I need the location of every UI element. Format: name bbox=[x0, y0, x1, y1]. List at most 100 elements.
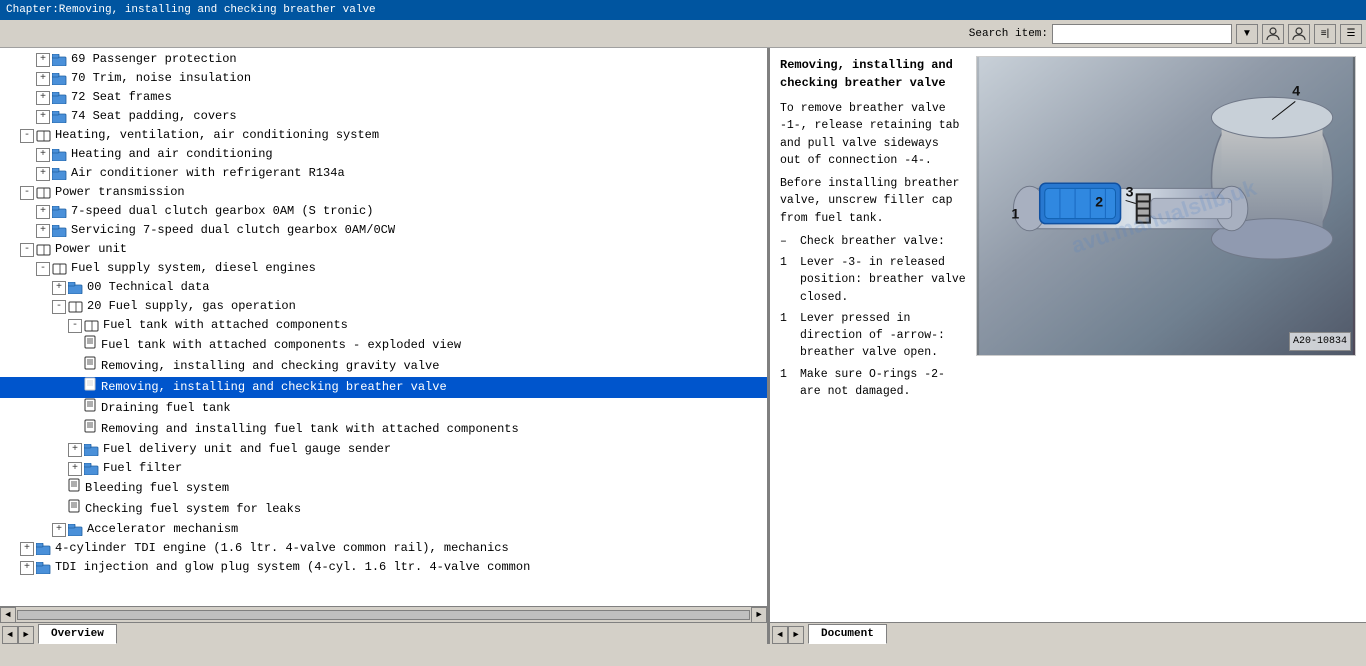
tree-item[interactable]: + Fuel delivery unit and fuel gauge send… bbox=[0, 440, 767, 459]
folder-icon bbox=[84, 444, 100, 456]
doc-icon bbox=[68, 478, 82, 499]
doc-icon bbox=[84, 398, 98, 419]
scroll-left-btn[interactable]: ◄ bbox=[0, 607, 16, 623]
expand-icon[interactable]: + bbox=[36, 72, 50, 86]
expand-icon[interactable]: - bbox=[52, 300, 66, 314]
user-btn2[interactable] bbox=[1288, 24, 1310, 44]
tree-item[interactable]: + Air conditioner with refrigerant R134a bbox=[0, 164, 767, 183]
svg-text:1: 1 bbox=[1011, 206, 1019, 222]
doc-step-3: 1 Make sure O-rings -2- are not damaged. bbox=[780, 366, 966, 401]
tree-item[interactable]: + 74 Seat padding, covers bbox=[0, 107, 767, 126]
user-btn1[interactable] bbox=[1262, 24, 1284, 44]
expand-icon[interactable]: + bbox=[36, 148, 50, 162]
tree-item-label: Power unit bbox=[55, 240, 127, 259]
expand-icon[interactable]: + bbox=[52, 523, 66, 537]
tab-scroll-right[interactable]: ► bbox=[18, 626, 34, 644]
right-bottom-tabs: ◄ ► Document bbox=[770, 622, 1366, 644]
tree-item[interactable]: + TDI injection and glow plug system (4-… bbox=[0, 558, 767, 577]
expand-icon[interactable]: - bbox=[20, 186, 34, 200]
expand-icon[interactable]: + bbox=[36, 167, 50, 181]
expand-icon[interactable]: - bbox=[20, 129, 34, 143]
expand-icon[interactable]: - bbox=[36, 262, 50, 276]
expand-icon[interactable]: + bbox=[36, 110, 50, 124]
book-icon bbox=[36, 187, 52, 199]
tree-item[interactable]: Removing and installing fuel tank with a… bbox=[0, 419, 767, 440]
step-bullet: – bbox=[780, 233, 796, 250]
tree-container: + 69 Passenger protection + 70 Trim, noi… bbox=[0, 48, 767, 606]
tree-item-label: Removing, installing and checking gravit… bbox=[101, 357, 439, 376]
book-icon bbox=[52, 263, 68, 275]
tab-document[interactable]: Document bbox=[808, 624, 887, 644]
folder-icon bbox=[36, 543, 52, 555]
tree-item[interactable]: Draining fuel tank bbox=[0, 398, 767, 419]
tree-item[interactable]: + Servicing 7-speed dual clutch gearbox … bbox=[0, 221, 767, 240]
folder-icon bbox=[84, 463, 100, 475]
tree-item[interactable]: + 7-speed dual clutch gearbox 0AM (S tro… bbox=[0, 202, 767, 221]
tree-item[interactable]: - 20 Fuel supply, gas operation bbox=[0, 297, 767, 316]
left-panel: + 69 Passenger protection + 70 Trim, noi… bbox=[0, 48, 770, 644]
tree-item-label: 74 Seat padding, covers bbox=[71, 107, 237, 126]
image-ref: A20-10834 bbox=[1289, 332, 1351, 351]
book-icon bbox=[84, 320, 100, 332]
tab-overview[interactable]: Overview bbox=[38, 624, 117, 644]
tree-item[interactable]: Checking fuel system for leaks bbox=[0, 499, 767, 520]
doc-icon bbox=[84, 356, 98, 377]
tree-item-selected[interactable]: Removing, installing and checking breath… bbox=[0, 377, 767, 398]
expand-icon[interactable]: - bbox=[20, 243, 34, 257]
menu-btn[interactable]: ≡| bbox=[1314, 24, 1336, 44]
tree-scroll[interactable]: + 69 Passenger protection + 70 Trim, noi… bbox=[0, 50, 767, 604]
doc-icon bbox=[68, 499, 82, 520]
tree-item[interactable]: + Heating and air conditioning bbox=[0, 145, 767, 164]
svg-text:3: 3 bbox=[1126, 183, 1134, 199]
tab-scroll-left[interactable]: ◄ bbox=[2, 626, 18, 644]
expand-icon[interactable]: + bbox=[20, 542, 34, 556]
tree-item[interactable]: - Heating, ventilation, air conditioning… bbox=[0, 126, 767, 145]
tree-item-label: Fuel tank with attached components - exp… bbox=[101, 336, 461, 355]
scroll-track[interactable] bbox=[17, 610, 750, 620]
expand-icon[interactable]: + bbox=[68, 443, 82, 457]
tree-item[interactable]: + 69 Passenger protection bbox=[0, 50, 767, 69]
svg-text:2: 2 bbox=[1095, 194, 1103, 210]
tree-item[interactable]: + Accelerator mechanism bbox=[0, 520, 767, 539]
step-text: Check breather valve: bbox=[800, 233, 945, 250]
tree-item[interactable]: + Fuel filter bbox=[0, 459, 767, 478]
tree-item[interactable]: + 72 Seat frames bbox=[0, 88, 767, 107]
folder-icon bbox=[52, 168, 68, 180]
document-content: 1 2 3 4 avu.manualslib.uk A20-10834 Re bbox=[770, 48, 1366, 622]
right-tab-scroll-left[interactable]: ◄ bbox=[772, 626, 788, 644]
tree-item-label: Checking fuel system for leaks bbox=[85, 500, 301, 519]
tree-item-label: Removing, installing and checking breath… bbox=[101, 378, 447, 397]
tree-item-label: Fuel supply system, diesel engines bbox=[71, 259, 316, 278]
image-placeholder: 1 2 3 4 avu.manualslib.uk A20-10834 bbox=[977, 57, 1355, 355]
tree-item[interactable]: - Fuel tank with attached components bbox=[0, 316, 767, 335]
scroll-right-btn[interactable]: ► bbox=[751, 607, 767, 623]
expand-icon[interactable]: + bbox=[36, 205, 50, 219]
right-tab-scroll-right[interactable]: ► bbox=[788, 626, 804, 644]
tree-item[interactable]: Fuel tank with attached components - exp… bbox=[0, 335, 767, 356]
toolbar-right: Search item: ▼ ≡| ☰ bbox=[969, 24, 1362, 44]
title-text: Chapter:Removing, installing and checkin… bbox=[6, 4, 376, 16]
expand-icon[interactable]: - bbox=[68, 319, 82, 333]
tree-item-label: Draining fuel tank bbox=[101, 399, 231, 418]
tree-item-label: 7-speed dual clutch gearbox 0AM (S troni… bbox=[71, 202, 373, 221]
tree-item[interactable]: Removing, installing and checking gravit… bbox=[0, 356, 767, 377]
tree-item[interactable]: + 00 Technical data bbox=[0, 278, 767, 297]
tree-item-label: 69 Passenger protection bbox=[71, 50, 237, 69]
tree-item[interactable]: - Fuel supply system, diesel engines bbox=[0, 259, 767, 278]
tree-item[interactable]: Bleeding fuel system bbox=[0, 478, 767, 499]
expand-icon[interactable]: + bbox=[36, 224, 50, 238]
expand-icon[interactable]: + bbox=[52, 281, 66, 295]
tree-item[interactable]: + 70 Trim, noise insulation bbox=[0, 69, 767, 88]
expand-icon[interactable]: + bbox=[20, 561, 34, 575]
tree-item[interactable]: - Power unit bbox=[0, 240, 767, 259]
expand-icon[interactable]: + bbox=[36, 53, 50, 67]
search-input[interactable] bbox=[1052, 24, 1232, 44]
expand-icon[interactable]: + bbox=[36, 91, 50, 105]
options-btn[interactable]: ☰ bbox=[1340, 24, 1362, 44]
expand-icon[interactable]: + bbox=[68, 462, 82, 476]
tree-item[interactable]: + 4-cylinder TDI engine (1.6 ltr. 4-valv… bbox=[0, 539, 767, 558]
dropdown-arrow-btn[interactable]: ▼ bbox=[1236, 24, 1258, 44]
tree-item-label: Power transmission bbox=[55, 183, 185, 202]
step-text-2: Lever pressed in direction of -arrow-: b… bbox=[800, 310, 966, 362]
tree-item[interactable]: - Power transmission bbox=[0, 183, 767, 202]
